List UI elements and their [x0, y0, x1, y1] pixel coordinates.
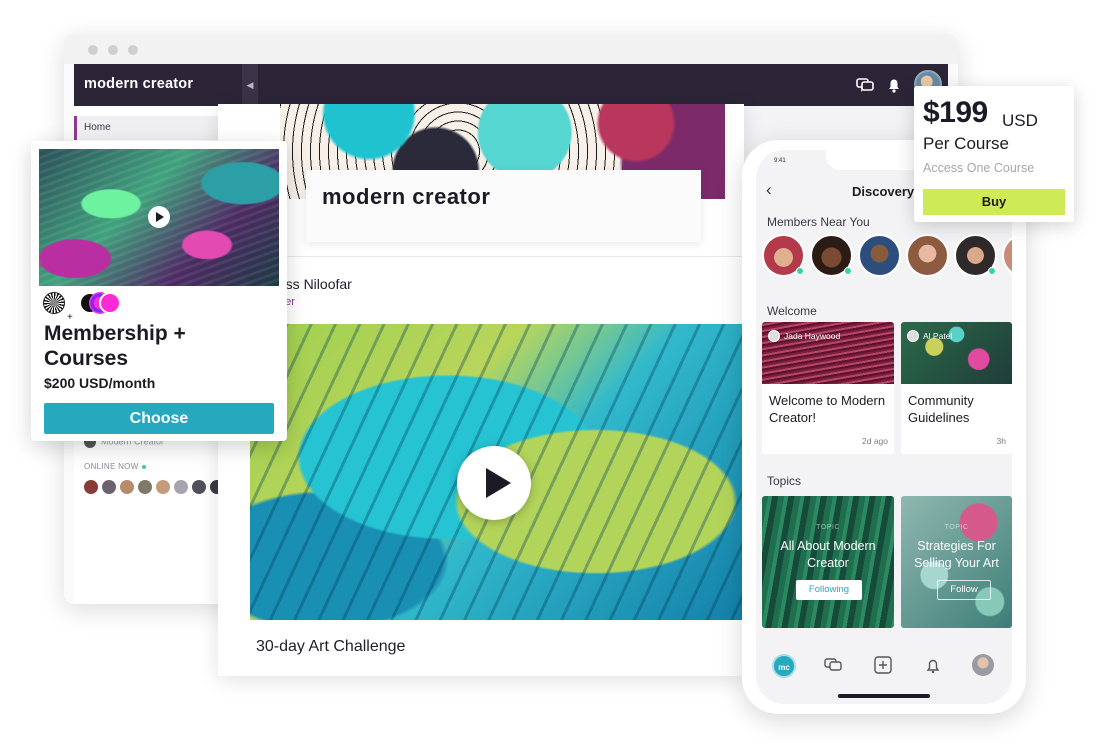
post-title: Welcome to Modern Creator!: [769, 393, 886, 425]
membership-video-thumbnail[interactable]: [39, 149, 279, 286]
app-header: modern creator ◀: [74, 64, 948, 106]
tab-messages-icon[interactable]: [822, 654, 844, 676]
course-badge-icon: [99, 292, 121, 314]
messages-icon[interactable]: [855, 75, 875, 95]
price-currency: USD: [1002, 111, 1038, 130]
screen-title: Discovery: [852, 184, 915, 199]
window-maximize-dot[interactable]: [128, 45, 138, 55]
price-card: $199 USD Per Course Access One Course Bu…: [914, 86, 1074, 222]
topics-label: Topics: [767, 474, 802, 488]
post-author-name: Jada Haywood: [784, 331, 841, 341]
online-members-row: [84, 480, 224, 494]
course-card: modern creator Chass Niloofar Painter 30…: [218, 104, 744, 676]
post-title: Community Guidelines: [908, 393, 974, 425]
post-time: 2d ago: [862, 436, 888, 446]
home-indicator: [838, 694, 930, 698]
bundle-icons: [43, 292, 163, 316]
post-card[interactable]: Jada Haywood Welcome to Modern Creator! …: [762, 322, 894, 454]
online-member-avatar[interactable]: [156, 480, 170, 494]
window-minimize-dot[interactable]: [108, 45, 118, 55]
online-indicator: [988, 267, 996, 275]
online-now-label: ONLINE NOW: [84, 462, 146, 471]
phone-screen: 9:41 ‹ Discovery Members Near You Welcom…: [756, 150, 1012, 704]
members-near-you-row: [762, 234, 1012, 280]
bottom-tab-bar: mc: [756, 644, 1012, 692]
topic-kicker: TOPIC: [944, 524, 969, 531]
online-member-avatar[interactable]: [120, 480, 134, 494]
tab-create-icon[interactable]: [872, 654, 894, 676]
back-chevron-icon[interactable]: ‹: [766, 180, 772, 200]
bell-icon[interactable]: [884, 75, 904, 95]
post-author-name: Al Patel: [923, 331, 953, 341]
online-member-avatar[interactable]: [138, 480, 152, 494]
online-member-avatar[interactable]: [102, 480, 116, 494]
welcome-label: Welcome: [767, 304, 817, 318]
cover-title: modern creator: [322, 184, 491, 209]
post-time: 3h: [996, 436, 1006, 446]
choose-button[interactable]: Choose: [44, 403, 274, 434]
buy-button[interactable]: Buy: [923, 189, 1065, 215]
post-author-avatar: [768, 330, 780, 342]
post-author: Al Patel: [907, 330, 952, 342]
course-title: 30-day Art Challenge: [256, 638, 406, 655]
online-status-dot: [141, 464, 146, 469]
post-author: Jada Haywood: [768, 330, 840, 342]
post-card[interactable]: Al Patel Community Guidelines 3h: [901, 322, 1012, 454]
topic-kicker: TOPIC: [816, 524, 840, 531]
membership-title: Membership + Courses: [44, 322, 186, 370]
phone-frame: 9:41 ‹ Discovery Members Near You Welcom…: [742, 140, 1026, 714]
online-indicator: [796, 267, 804, 275]
tab-home-icon[interactable]: mc: [772, 654, 796, 678]
window-close-dot[interactable]: [88, 45, 98, 55]
member-avatar[interactable]: [858, 234, 901, 277]
online-now-text: ONLINE NOW: [84, 462, 139, 471]
follow-button[interactable]: Follow: [937, 580, 991, 600]
course-video[interactable]: [250, 324, 744, 620]
topic-card[interactable]: TOPIC Strategies For Selling Your Art Fo…: [901, 496, 1012, 628]
price-amount: $199: [923, 96, 988, 129]
member-avatar[interactable]: [906, 234, 949, 277]
course-title-plate: modern creator: [306, 170, 701, 242]
play-button[interactable]: [457, 446, 531, 520]
status-time: 9:41: [774, 158, 786, 164]
sidebar-collapse-button[interactable]: ◀: [242, 64, 258, 106]
topic-title: All About Modern Creator: [780, 539, 876, 570]
course-badge-icon: [43, 292, 65, 314]
membership-card: + Membership + Courses $200 USD/month Ch…: [31, 141, 287, 441]
online-indicator: [844, 267, 852, 275]
tab-notifications-icon[interactable]: [922, 654, 944, 676]
browser-titlebar: [64, 34, 958, 64]
brand-logo[interactable]: modern creator: [84, 76, 193, 92]
membership-price: $200 USD/month: [44, 375, 156, 391]
following-button[interactable]: Following: [796, 580, 862, 600]
online-member-avatar[interactable]: [174, 480, 188, 494]
topic-title: Strategies For Selling Your Art: [914, 539, 999, 570]
price-access-label: Access One Course: [923, 161, 1035, 175]
post-author-avatar: [907, 330, 919, 342]
play-button-small[interactable]: [148, 206, 170, 228]
tab-profile-avatar[interactable]: [972, 654, 994, 676]
online-member-avatar[interactable]: [84, 480, 98, 494]
topic-card[interactable]: TOPIC All About Modern Creator Following: [762, 496, 894, 628]
member-avatar[interactable]: [1002, 234, 1012, 277]
online-member-avatar[interactable]: [192, 480, 206, 494]
price-per-label: Per Course: [923, 134, 1009, 153]
members-near-you-label: Members Near You: [767, 215, 870, 229]
